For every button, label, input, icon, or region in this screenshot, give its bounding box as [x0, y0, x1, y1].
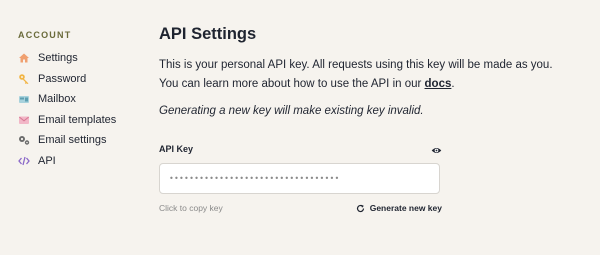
sidebar-item-label: API — [38, 154, 56, 167]
api-key-label-row: API Key — [159, 143, 442, 154]
home-icon — [18, 52, 30, 64]
main-content: API Settings This is your personal API k… — [159, 24, 584, 213]
sidebar-item-password[interactable]: Password — [18, 69, 148, 90]
key-icon — [18, 73, 30, 85]
sidebar-item-label: Settings — [38, 52, 78, 65]
api-key-field[interactable]: •••••••••••••••••••••••••••••••••• — [159, 163, 440, 194]
code-icon — [18, 155, 30, 167]
description-line-2: You can learn more about how to use the … — [159, 75, 584, 94]
api-key-actions: Click to copy key Generate new key — [159, 203, 442, 213]
copy-hint: Click to copy key — [159, 203, 223, 213]
refresh-icon — [356, 204, 364, 212]
generate-new-key-button[interactable]: Generate new key — [356, 203, 442, 213]
envelope-icon — [18, 114, 30, 126]
description-text: You can learn more about how to use the … — [159, 78, 425, 90]
sidebar-item-settings[interactable]: Settings — [18, 48, 148, 69]
description-line-1: This is your personal API key. All reque… — [159, 59, 553, 71]
sidebar-item-label: Email settings — [38, 134, 107, 147]
sidebar: ACCOUNT Settings Password Mailbox Email … — [18, 30, 148, 171]
api-key-label: API Key — [159, 143, 194, 154]
sidebar-item-label: Email templates — [38, 113, 117, 126]
sidebar-item-mailbox[interactable]: Mailbox — [18, 89, 148, 110]
warning-text: Generating a new key will make existing … — [159, 105, 424, 117]
sidebar-item-email-templates[interactable]: Email templates — [18, 110, 148, 131]
sidebar-item-email-settings[interactable]: Email settings — [18, 130, 148, 151]
page-title: API Settings — [159, 25, 257, 43]
mailbox-icon — [18, 93, 30, 105]
description: This is your personal API key. All reque… — [159, 56, 584, 94]
sidebar-item-label: Password — [38, 72, 87, 85]
description-period: . — [451, 78, 455, 90]
sidebar-heading: ACCOUNT — [18, 30, 72, 40]
generate-new-key-label: Generate new key — [369, 203, 442, 213]
eye-icon[interactable] — [431, 143, 442, 154]
docs-link[interactable]: docs — [425, 78, 452, 90]
sidebar-item-api[interactable]: API — [18, 151, 148, 172]
gears-icon — [18, 134, 30, 146]
sidebar-item-label: Mailbox — [38, 93, 76, 106]
